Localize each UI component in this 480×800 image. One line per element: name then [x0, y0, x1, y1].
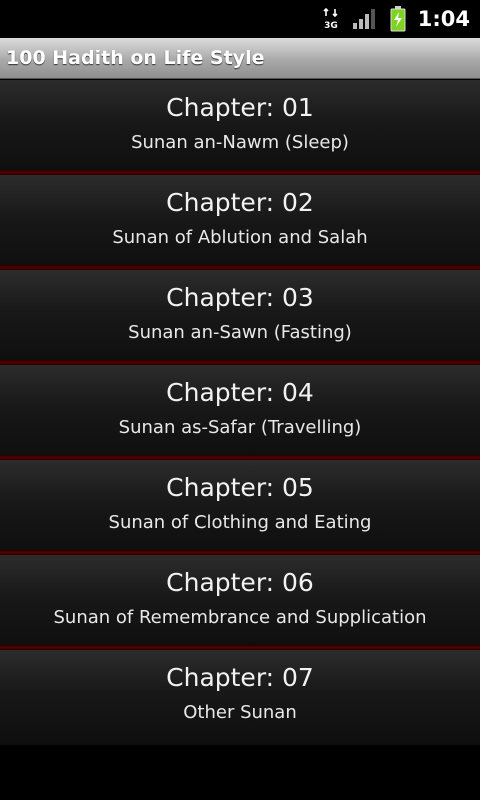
chapter-name: Sunan an-Sawn (Fasting) — [128, 321, 352, 343]
chapter-item-06[interactable]: Chapter: 06 Sunan of Remembrance and Sup… — [0, 555, 480, 650]
chapter-number: Chapter: 01 — [166, 92, 314, 122]
chapter-number: Chapter: 07 — [166, 662, 314, 692]
chapter-item-02[interactable]: Chapter: 02 Sunan of Ablution and Salah — [0, 175, 480, 270]
chapter-number: Chapter: 02 — [166, 187, 314, 217]
signal-icon — [352, 8, 378, 30]
chapter-item-01[interactable]: Chapter: 01 Sunan an-Nawm (Sleep) — [0, 80, 480, 175]
chapter-item-07[interactable]: Chapter: 07 Other Sunan — [0, 650, 480, 745]
status-clock: 1:04 — [417, 7, 470, 31]
chapter-name: Sunan of Clothing and Eating — [108, 511, 372, 533]
status-bar: 3G 1:04 — [0, 0, 480, 38]
chapter-name: Sunan of Remembrance and Supplication — [53, 606, 427, 628]
chapter-number: Chapter: 03 — [166, 282, 314, 312]
chapter-number: Chapter: 04 — [166, 377, 314, 407]
chapter-name: Sunan as-Safar (Travelling) — [118, 416, 362, 438]
app-title-bar: 100 Hadith on Life Style — [0, 38, 480, 79]
chapter-item-03[interactable]: Chapter: 03 Sunan an-Sawn (Fasting) — [0, 270, 480, 365]
battery-charging-icon — [390, 6, 406, 32]
app-title: 100 Hadith on Life Style — [6, 47, 265, 69]
network-3g-icon: 3G — [322, 7, 340, 31]
chapter-item-05[interactable]: Chapter: 05 Sunan of Clothing and Eating — [0, 460, 480, 555]
chapter-list: Chapter: 01 Sunan an-Nawm (Sleep) Chapte… — [0, 80, 480, 745]
chapter-name: Sunan of Ablution and Salah — [112, 226, 368, 248]
svg-text:3G: 3G — [324, 21, 338, 31]
chapter-name: Sunan an-Nawm (Sleep) — [131, 131, 349, 153]
chapter-number: Chapter: 06 — [166, 567, 314, 597]
chapter-number: Chapter: 05 — [166, 472, 314, 502]
chapter-name: Other Sunan — [183, 701, 297, 723]
chapter-item-04[interactable]: Chapter: 04 Sunan as-Safar (Travelling) — [0, 365, 480, 460]
